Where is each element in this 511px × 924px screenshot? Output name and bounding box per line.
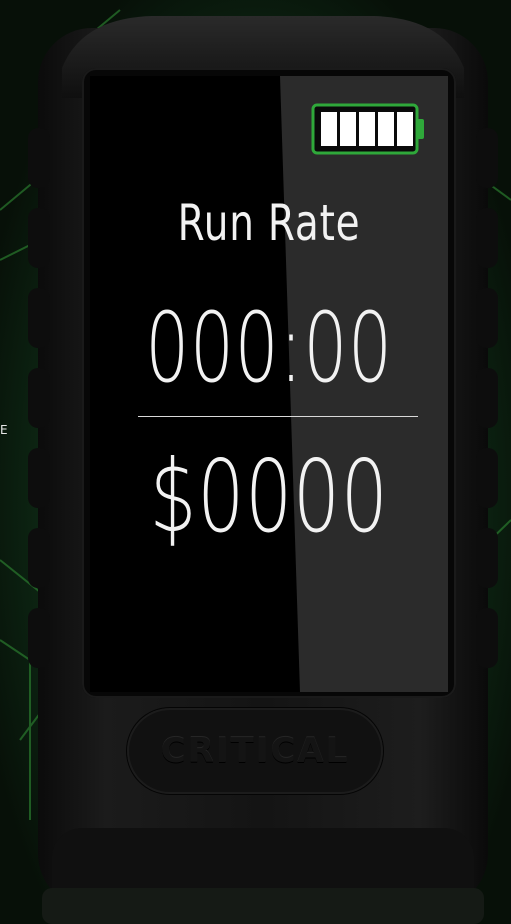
rate-counter-device: Run Rate 000:00 $0000 CRITICAL <box>22 8 504 924</box>
display-screen: Run Rate 000:00 $0000 <box>90 76 448 692</box>
brand-button[interactable]: CRITICAL <box>127 708 383 794</box>
edge-text: E <box>0 423 8 437</box>
battery-full-icon <box>311 103 424 155</box>
battery-indicator <box>311 103 426 155</box>
product-stage: E Run Rate 000:00 $0000 CRITICAL <box>0 0 511 924</box>
time-readout: 000:00 <box>145 292 393 404</box>
brand-label: CRITICAL <box>160 731 350 771</box>
display-title: Run Rate <box>177 194 361 252</box>
amount-readout: $0000 <box>149 438 389 555</box>
readout-divider <box>138 416 418 417</box>
